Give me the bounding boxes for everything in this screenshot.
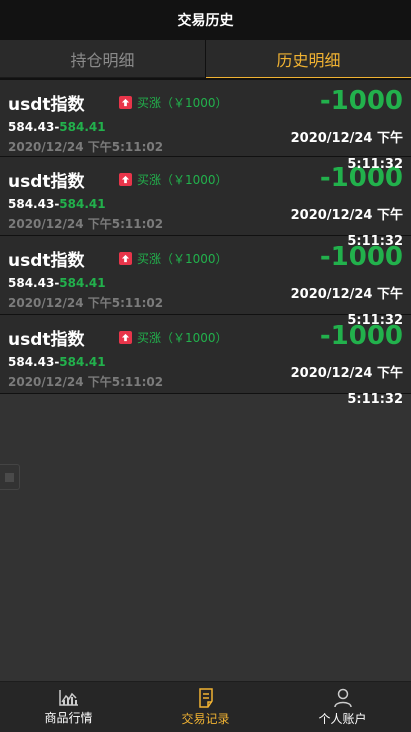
nav-account[interactable]: 个人账户 xyxy=(274,682,411,732)
product-name: usdt指数 xyxy=(8,95,85,115)
close-price: 584.41 xyxy=(59,276,106,290)
open-price: 584.43 xyxy=(8,355,55,369)
close-time: 2020/12/24 下午5:11:32 xyxy=(290,208,403,249)
nav-market-label: 商品行情 xyxy=(44,710,93,725)
arrow-up-icon xyxy=(119,173,132,186)
close-price: 584.41 xyxy=(59,120,106,134)
direction-label: 买涨（￥1000） xyxy=(137,331,228,345)
floating-handle[interactable] xyxy=(0,464,20,490)
price-range: 584.43-584.41 xyxy=(8,197,106,211)
open-time: 2020/12/24 下午5:11:02 xyxy=(8,140,164,154)
direction-label: 买涨（￥1000） xyxy=(137,96,228,110)
close-time: 2020/12/24 下午5:11:32 xyxy=(290,366,403,407)
direction-badge: 买涨（￥1000） xyxy=(119,171,228,188)
open-price: 584.43 xyxy=(8,197,55,211)
product-name: usdt指数 xyxy=(8,251,85,271)
chart-icon xyxy=(58,689,78,706)
page-title: 交易历史 xyxy=(177,13,234,29)
tab-bar: 持仓明细 历史明细 xyxy=(0,40,411,78)
direction-label: 买涨（￥1000） xyxy=(137,173,228,187)
direction-badge: 买涨（￥1000） xyxy=(119,329,228,346)
tab-positions[interactable]: 持仓明细 xyxy=(0,40,206,78)
list-item[interactable]: usdt指数 买涨（￥1000） 584.43-584.41 2020/12/2… xyxy=(0,78,411,172)
product-name: usdt指数 xyxy=(8,330,85,350)
direction-badge: 买涨（￥1000） xyxy=(119,250,228,267)
nav-trade-records-label: 交易记录 xyxy=(181,711,230,726)
open-time: 2020/12/24 下午5:11:02 xyxy=(8,217,164,231)
profit-amount: -1000 xyxy=(319,86,403,116)
arrow-up-icon xyxy=(119,96,132,109)
top-bar: 交易历史 xyxy=(0,0,411,40)
square-icon xyxy=(5,473,14,482)
nav-trade-records[interactable]: 交易记录 xyxy=(137,682,274,732)
nav-market[interactable]: 商品行情 xyxy=(0,682,137,732)
close-price: 584.41 xyxy=(59,355,106,369)
price-range: 584.43-584.41 xyxy=(8,120,106,134)
close-price: 584.41 xyxy=(59,197,106,211)
tab-history[interactable]: 历史明细 xyxy=(206,40,411,78)
close-time: 2020/12/24 下午5:11:32 xyxy=(290,131,403,172)
price-range: 584.43-584.41 xyxy=(8,276,106,290)
open-price: 584.43 xyxy=(8,120,55,134)
direction-badge: 买涨（￥1000） xyxy=(119,94,228,111)
close-time: 2020/12/24 下午5:11:32 xyxy=(290,287,403,328)
user-icon xyxy=(333,688,352,707)
price-range: 584.43-584.41 xyxy=(8,355,106,369)
nav-account-label: 个人账户 xyxy=(318,711,367,726)
direction-label: 买涨（￥1000） xyxy=(137,252,228,266)
bottom-nav: 商品行情 交易记录 个人账户 xyxy=(0,681,411,732)
open-price: 584.43 xyxy=(8,276,55,290)
open-time: 2020/12/24 下午5:11:02 xyxy=(8,375,164,389)
document-icon xyxy=(198,687,213,708)
history-list: usdt指数 买涨（￥1000） 584.43-584.41 2020/12/2… xyxy=(0,78,411,407)
open-time: 2020/12/24 下午5:11:02 xyxy=(8,296,164,310)
product-name: usdt指数 xyxy=(8,172,85,192)
arrow-up-icon xyxy=(119,252,132,265)
arrow-up-icon xyxy=(119,331,132,344)
